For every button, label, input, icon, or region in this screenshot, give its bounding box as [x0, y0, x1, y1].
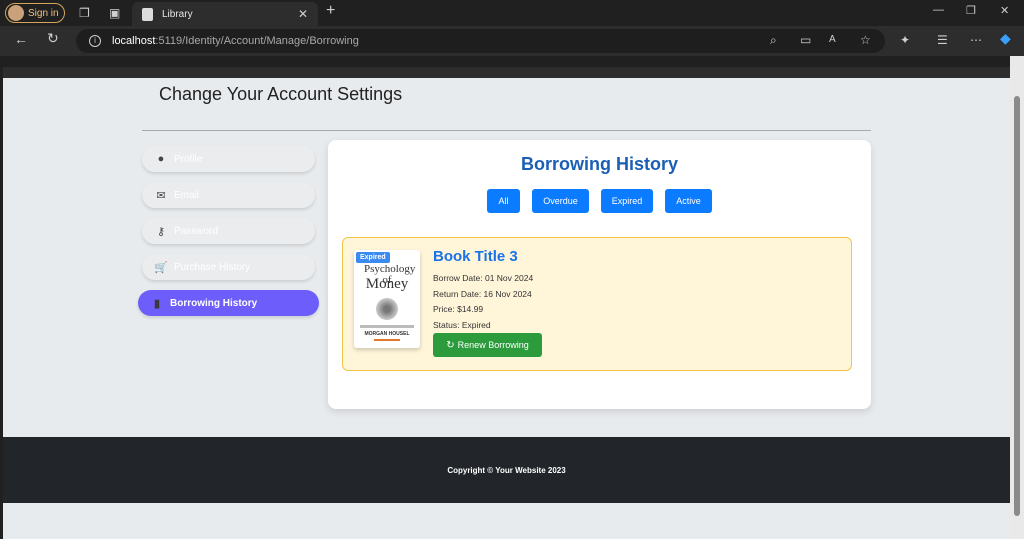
renew-label: Renew Borrowing: [457, 340, 529, 350]
sidebar-item-label: Profile: [174, 153, 203, 165]
cover-author: MORGAN HOUSEL: [364, 331, 410, 337]
sidebar-item-label: Email: [174, 189, 200, 201]
page-scrollbar[interactable]: [1010, 56, 1024, 539]
workspaces-icon[interactable]: ❐: [79, 7, 90, 19]
restore-icon[interactable]: ❐: [966, 4, 976, 17]
sidebar-item-purchase-history[interactable]: 🛒 Purchase History: [142, 254, 315, 280]
url-field[interactable]: i localhost:5119/Identity/Account/Manage…: [76, 29, 885, 53]
book-cover: Psychology of Money MORGAN HOUSEL: [354, 250, 420, 348]
cover-art-icon: [376, 298, 398, 320]
page-title: Change Your Account Settings: [159, 84, 403, 104]
avatar-icon: [8, 5, 24, 21]
refresh-icon[interactable]: ↻: [47, 31, 59, 45]
more-options-icon[interactable]: ⋯: [970, 34, 982, 46]
borrow-date: Borrow Date: 01 Nov 2024: [433, 273, 534, 283]
price: Price: $14.99: [433, 304, 484, 314]
filter-all-button[interactable]: All: [487, 189, 520, 213]
filter-expired-button[interactable]: Expired: [601, 189, 653, 213]
cover-bottom-bar: [374, 339, 400, 341]
page-viewport: Change Your Account Settings ● Profile ✉…: [3, 67, 1010, 539]
tab-actions-icon[interactable]: ▣: [109, 7, 120, 19]
sidebar-item-borrowing-history[interactable]: ▮ Borrowing History: [138, 290, 319, 316]
sidebar-item-label: Borrowing History: [170, 297, 258, 309]
sign-in-button[interactable]: Sign in: [5, 3, 65, 23]
book-icon: ▮: [153, 297, 161, 310]
renew-borrowing-button[interactable]: ↻ Renew Borrowing: [433, 333, 542, 357]
minimize-icon[interactable]: —: [933, 4, 944, 16]
site-info-icon[interactable]: i: [89, 35, 101, 47]
zoom-icon[interactable]: ⌕: [770, 34, 777, 46]
filter-active-button[interactable]: Active: [665, 189, 712, 213]
cart-icon: 🛒: [154, 261, 168, 274]
status-text: Status: Expired: [433, 320, 491, 330]
sidebar-item-email[interactable]: ✉ Email: [142, 182, 315, 208]
page-icon: [142, 7, 153, 21]
status-badge: Expired: [356, 252, 390, 263]
sidebar-item-label: Password: [174, 225, 218, 237]
close-tab-icon[interactable]: ✕: [298, 7, 308, 21]
book-title: Book Title 3: [433, 248, 518, 265]
address-bar-row: ← ↻ i localhost:5119/Identity/Account/Ma…: [0, 26, 1024, 56]
borrowed-book-card: Psychology of Money MORGAN HOUSEL Expire…: [342, 237, 852, 371]
close-window-icon[interactable]: ✕: [1000, 4, 1009, 17]
back-icon[interactable]: ←: [14, 32, 28, 46]
tab-title: Library: [162, 8, 193, 20]
browser-tab-bar: Sign in ❐ ▣ Library ✕ + — ❐ ✕: [0, 0, 1024, 26]
cover-title-main: Money: [365, 276, 409, 292]
reader-icon[interactable]: ▭: [800, 34, 811, 46]
footer-copyright: Copyright © Your Website 2023: [447, 465, 566, 475]
envelope-icon: ✉: [156, 189, 166, 202]
key-icon: ⚷: [156, 225, 166, 238]
favorite-star-icon[interactable]: ☆: [860, 34, 871, 46]
browser-tab-library[interactable]: Library ✕: [132, 2, 318, 26]
cover-subtitle-bar: [360, 325, 414, 328]
url-host: localhost: [112, 35, 156, 47]
borrowing-history-card: Borrowing History All Overdue Expired Ac…: [328, 140, 871, 409]
page-footer: Copyright © Your Website 2023: [3, 437, 1010, 503]
page-top-strip: [3, 67, 1010, 78]
refresh-icon: ↻: [446, 339, 455, 351]
filter-overdue-button[interactable]: Overdue: [532, 189, 589, 213]
sidebar-item-profile[interactable]: ● Profile: [142, 146, 315, 172]
user-circle-icon: ●: [157, 153, 165, 165]
extensions-icon[interactable]: ✦: [900, 34, 910, 46]
sidebar-item-label: Purchase History: [174, 261, 251, 273]
copilot-icon[interactable]: ◆: [1000, 31, 1011, 45]
return-date: Return Date: 16 Nov 2024: [433, 289, 532, 299]
new-tab-icon[interactable]: +: [326, 3, 335, 19]
filter-buttons: All Overdue Expired Active: [328, 189, 871, 213]
read-aloud-icon[interactable]: A: [829, 34, 836, 46]
favorites-icon[interactable]: ☰: [937, 34, 948, 46]
sign-in-label: Sign in: [28, 7, 59, 19]
heading-divider: [142, 130, 871, 131]
sidebar-item-password[interactable]: ⚷ Password: [142, 218, 315, 244]
scrollbar-thumb[interactable]: [1014, 96, 1020, 516]
url-path: :5119/Identity/Account/Manage/Borrowing: [155, 35, 359, 47]
borrowing-history-title: Borrowing History: [520, 154, 678, 174]
